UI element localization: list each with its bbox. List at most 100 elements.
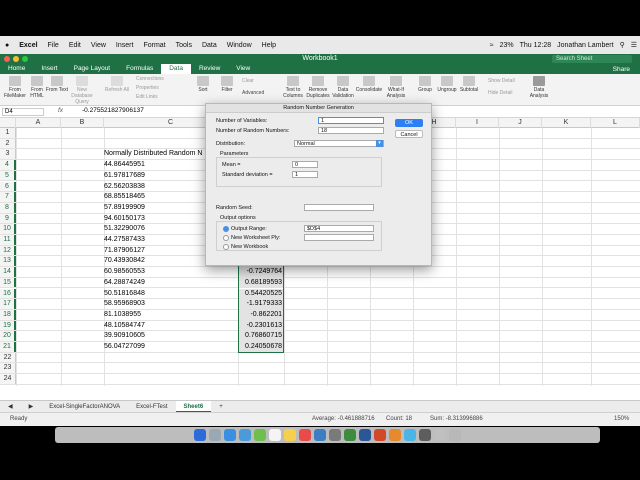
refresh-all-button[interactable]: Refresh All <box>104 76 130 93</box>
row-header[interactable]: 9 <box>0 213 16 224</box>
sort-button[interactable]: Sort <box>190 76 216 93</box>
new-worksheet-radio[interactable] <box>223 235 229 241</box>
sheet-tab[interactable]: Excel-FTest <box>128 401 175 413</box>
row-header[interactable]: 18 <box>0 309 16 320</box>
share-button[interactable]: Share <box>613 66 640 73</box>
row-header[interactable]: 19 <box>0 320 16 331</box>
column-header[interactable]: L <box>591 118 640 128</box>
search-icon[interactable]: ⚲ <box>617 41 628 49</box>
column-header[interactable]: B <box>61 118 104 128</box>
cell-b[interactable]: 60.98560553 <box>104 267 145 278</box>
new-worksheet-input[interactable] <box>304 234 374 241</box>
menu-help[interactable]: Help <box>257 42 281 49</box>
what-if-button[interactable]: What-If Analysis <box>382 76 410 99</box>
data-analysis-button[interactable]: Data Analysis <box>526 76 552 99</box>
prev-sheet-icon[interactable]: ◀ <box>0 401 21 413</box>
num-random-input[interactable]: 18 <box>318 127 384 134</box>
num-vars-input[interactable]: 1 <box>318 117 384 124</box>
row-header[interactable]: 24 <box>0 374 16 384</box>
settings-icon[interactable] <box>329 429 341 441</box>
name-box[interactable]: D4 <box>2 108 44 116</box>
app-menu[interactable]: Excel <box>14 42 42 49</box>
cancel-button[interactable]: Cancel <box>395 130 423 138</box>
data-validation-button[interactable]: Data Validation <box>330 76 356 99</box>
calendar-icon[interactable] <box>269 429 281 441</box>
tab-page-layout[interactable]: Page Layout <box>66 64 119 74</box>
menu-window[interactable]: Window <box>222 42 257 49</box>
fx-icon[interactable]: fx <box>58 107 63 114</box>
sheet-tab[interactable]: Excel-SingleFactorANOVA <box>41 401 128 413</box>
row-header[interactable]: 15 <box>0 277 16 288</box>
cell-b[interactable]: 70.43930842 <box>104 256 145 267</box>
cell-b[interactable]: 48.10584747 <box>104 321 145 332</box>
search-sheet-input[interactable]: Search Sheet <box>552 55 632 63</box>
consolidate-button[interactable]: Consolidate <box>354 76 384 93</box>
cell-b[interactable]: 71.87906127 <box>104 246 145 257</box>
row-header[interactable]: 17 <box>0 299 16 309</box>
tab-data[interactable]: Data <box>161 64 191 74</box>
row-header[interactable]: 4 <box>0 160 16 170</box>
add-sheet-icon[interactable]: + <box>211 401 231 413</box>
cell-b[interactable]: 62.56203838 <box>104 182 145 193</box>
clear-button[interactable]: Clear <box>242 78 254 84</box>
launchpad-icon[interactable] <box>209 429 221 441</box>
row-header[interactable]: 16 <box>0 288 16 299</box>
seed-input[interactable] <box>304 204 374 211</box>
ok-button[interactable]: OK <box>395 119 423 127</box>
menu-insert[interactable]: Insert <box>111 42 139 49</box>
select-all-corner[interactable] <box>0 118 16 128</box>
mail-icon[interactable] <box>239 429 251 441</box>
clock[interactable]: Thu 12:28 <box>517 42 555 49</box>
stddev-input[interactable]: 1 <box>292 171 318 178</box>
safari-icon[interactable] <box>224 429 236 441</box>
row-header[interactable]: 3 <box>0 149 16 160</box>
wifi-icon[interactable]: ≈ <box>487 42 497 49</box>
menu-data[interactable]: Data <box>197 42 222 49</box>
music-icon[interactable] <box>299 429 311 441</box>
cell-b[interactable]: 56.04727099 <box>104 342 145 353</box>
tab-home[interactable]: Home <box>0 64 33 74</box>
battery-label[interactable]: 23% <box>497 42 517 49</box>
filter-button[interactable]: Filter <box>214 76 240 93</box>
list-icon[interactable]: ☰ <box>628 41 640 49</box>
connections-button[interactable]: Connections <box>136 76 164 82</box>
cell-b[interactable]: 44.27587433 <box>104 235 145 246</box>
tab-formulas[interactable]: Formulas <box>118 64 161 74</box>
sheet-tab-active[interactable]: Sheet6 <box>175 400 212 413</box>
row-header[interactable]: 12 <box>0 245 16 256</box>
row-header[interactable]: 5 <box>0 170 16 181</box>
notes-icon[interactable] <box>284 429 296 441</box>
user-name[interactable]: Jonathan Lambert <box>554 42 616 49</box>
advanced-button[interactable]: Advanced <box>242 90 264 96</box>
status-zoom[interactable]: 150% <box>614 416 629 422</box>
cell-b[interactable]: 50.51816848 <box>104 289 145 300</box>
terminal-icon[interactable] <box>419 429 431 441</box>
trash-icon[interactable] <box>449 429 461 441</box>
tab-review[interactable]: Review <box>191 64 228 74</box>
properties-button[interactable]: Properties <box>136 85 159 91</box>
column-header[interactable]: J <box>499 118 542 128</box>
row-header[interactable]: 11 <box>0 235 16 245</box>
cell-b[interactable]: 39.90910605 <box>104 331 145 342</box>
edit-links-button[interactable]: Edit Links <box>136 94 158 100</box>
row-header[interactable]: 14 <box>0 267 16 277</box>
cell-b[interactable]: 68.85518465 <box>104 192 145 203</box>
subtotal-button[interactable]: Subtotal <box>456 76 482 93</box>
messages-icon[interactable] <box>254 429 266 441</box>
word-icon[interactable] <box>359 429 371 441</box>
row-header[interactable]: 13 <box>0 256 16 267</box>
cell-b[interactable]: 81.1038955 <box>104 310 141 321</box>
distribution-select[interactable]: Normal ▾ <box>294 140 384 147</box>
row-header[interactable]: 8 <box>0 202 16 213</box>
menu-file[interactable]: File <box>43 42 64 49</box>
remove-duplicates-button[interactable]: Remove Duplicates <box>304 76 332 99</box>
downloads-icon[interactable] <box>434 429 446 441</box>
cell-b[interactable]: 64.28874249 <box>104 278 145 289</box>
row-header[interactable]: 23 <box>0 363 16 374</box>
formula-value[interactable]: -0.275521827906137 <box>82 107 144 114</box>
row-header[interactable]: 1 <box>0 128 16 138</box>
hide-detail-button[interactable]: Hide Detail <box>488 90 512 96</box>
cell-b[interactable]: 51.32290076 <box>104 224 145 235</box>
show-detail-button[interactable]: Show Detail <box>488 78 515 84</box>
new-database-query-button[interactable]: New Database Query <box>66 76 98 105</box>
